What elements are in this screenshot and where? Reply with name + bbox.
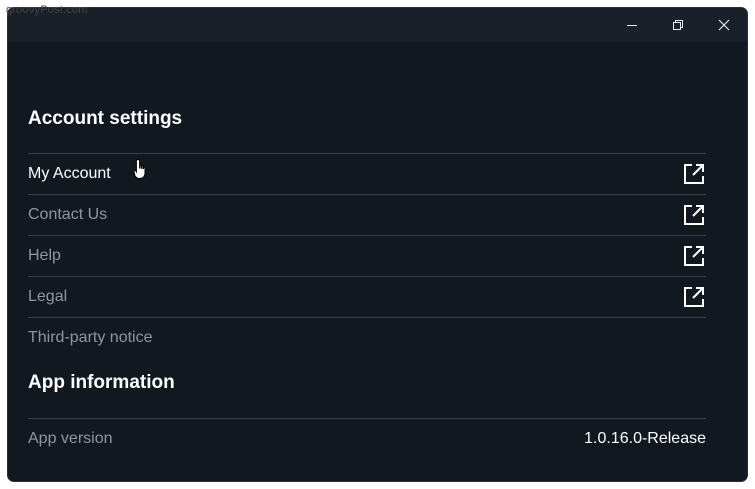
- contact-us-link[interactable]: Contact Us: [28, 195, 706, 236]
- account-settings-list: My Account Contact Us Help Legal Third-p…: [28, 153, 706, 358]
- window-controls: [609, 8, 747, 42]
- external-link-icon: [682, 162, 706, 186]
- row-label: Legal: [28, 288, 68, 305]
- app-window: Account settings My Account Contact Us H…: [8, 8, 747, 481]
- row-label: Third-party notice: [28, 329, 153, 346]
- my-account-link[interactable]: My Account: [28, 154, 706, 195]
- app-version-row: App version 1.0.16.0-Release: [28, 419, 706, 459]
- account-settings-heading: Account settings: [28, 108, 183, 129]
- external-link-icon: [682, 285, 706, 309]
- hand-pointer-cursor-icon: [133, 158, 146, 179]
- third-party-notice-link[interactable]: Third-party notice: [28, 318, 706, 358]
- external-link-icon: [682, 244, 706, 268]
- minimize-button[interactable]: [609, 8, 655, 42]
- help-link[interactable]: Help: [28, 236, 706, 277]
- external-link-icon: [682, 203, 706, 227]
- row-label: Help: [28, 247, 61, 264]
- row-label: Contact Us: [28, 206, 108, 223]
- close-button[interactable]: [701, 8, 747, 42]
- close-icon: [718, 19, 730, 31]
- app-version-label: App version: [28, 430, 113, 447]
- settings-content: Account settings My Account Contact Us H…: [28, 108, 706, 459]
- title-bar: [8, 8, 747, 42]
- app-version-value: 1.0.16.0-Release: [584, 430, 706, 447]
- restore-button[interactable]: [655, 8, 701, 42]
- restore-icon: [673, 20, 683, 30]
- minimize-icon: [627, 25, 637, 26]
- app-information-heading: App information: [28, 372, 175, 393]
- row-label: My Account: [28, 165, 111, 182]
- app-information-list: App version 1.0.16.0-Release: [28, 418, 706, 459]
- watermark: groovyPost.com: [6, 4, 88, 16]
- legal-link[interactable]: Legal: [28, 277, 706, 318]
